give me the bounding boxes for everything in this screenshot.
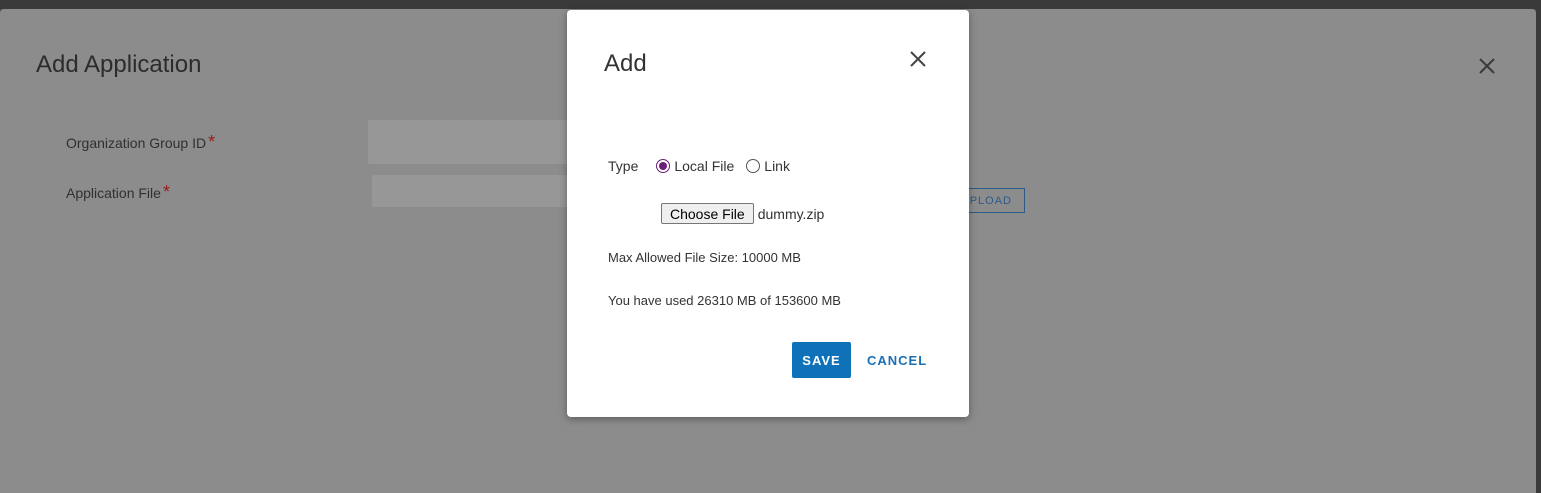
window-right-edge <box>1536 9 1541 493</box>
type-row: Type Local File Link <box>608 156 802 176</box>
radio-link[interactable]: Link <box>746 158 790 174</box>
max-file-size-text: Max Allowed File Size: 10000 MB <box>608 250 801 265</box>
file-picker-row: Choose File dummy.zip <box>661 203 824 224</box>
type-label: Type <box>608 158 639 174</box>
radio-local-file-label: Local File <box>674 158 735 174</box>
radio-link-label: Link <box>764 158 790 174</box>
org-group-id-field[interactable] <box>368 120 568 164</box>
org-group-id-label: Organization Group ID * <box>66 132 215 153</box>
upload-button-label: UPLOAD <box>968 194 1012 207</box>
required-mark: * <box>208 132 216 152</box>
application-file-label: Application File * <box>66 182 170 203</box>
window-top-strip <box>0 0 1541 9</box>
radio-local-file[interactable]: Local File <box>656 158 734 174</box>
chosen-file-name: dummy.zip <box>757 205 825 222</box>
storage-usage-text: You have used 26310 MB of 153600 MB <box>608 293 841 308</box>
save-button[interactable]: SAVE <box>792 342 851 378</box>
close-icon[interactable] <box>907 48 929 70</box>
application-file-label-text: Application File <box>66 185 161 201</box>
application-file-field[interactable] <box>372 175 568 207</box>
dialog-title: Add <box>604 50 647 77</box>
page-title: Add Application <box>36 51 202 78</box>
cancel-button[interactable]: CANCEL <box>861 342 926 378</box>
choose-file-button[interactable]: Choose File <box>661 203 754 224</box>
required-mark: * <box>162 182 170 202</box>
radio-selected-icon[interactable] <box>656 159 671 173</box>
radio-unselected-icon[interactable] <box>746 159 761 173</box>
org-group-id-label-text: Organization Group ID <box>66 135 207 151</box>
close-icon[interactable] <box>1476 55 1498 77</box>
add-dialog: Add Type Local File Link Choose File dum… <box>567 10 969 417</box>
